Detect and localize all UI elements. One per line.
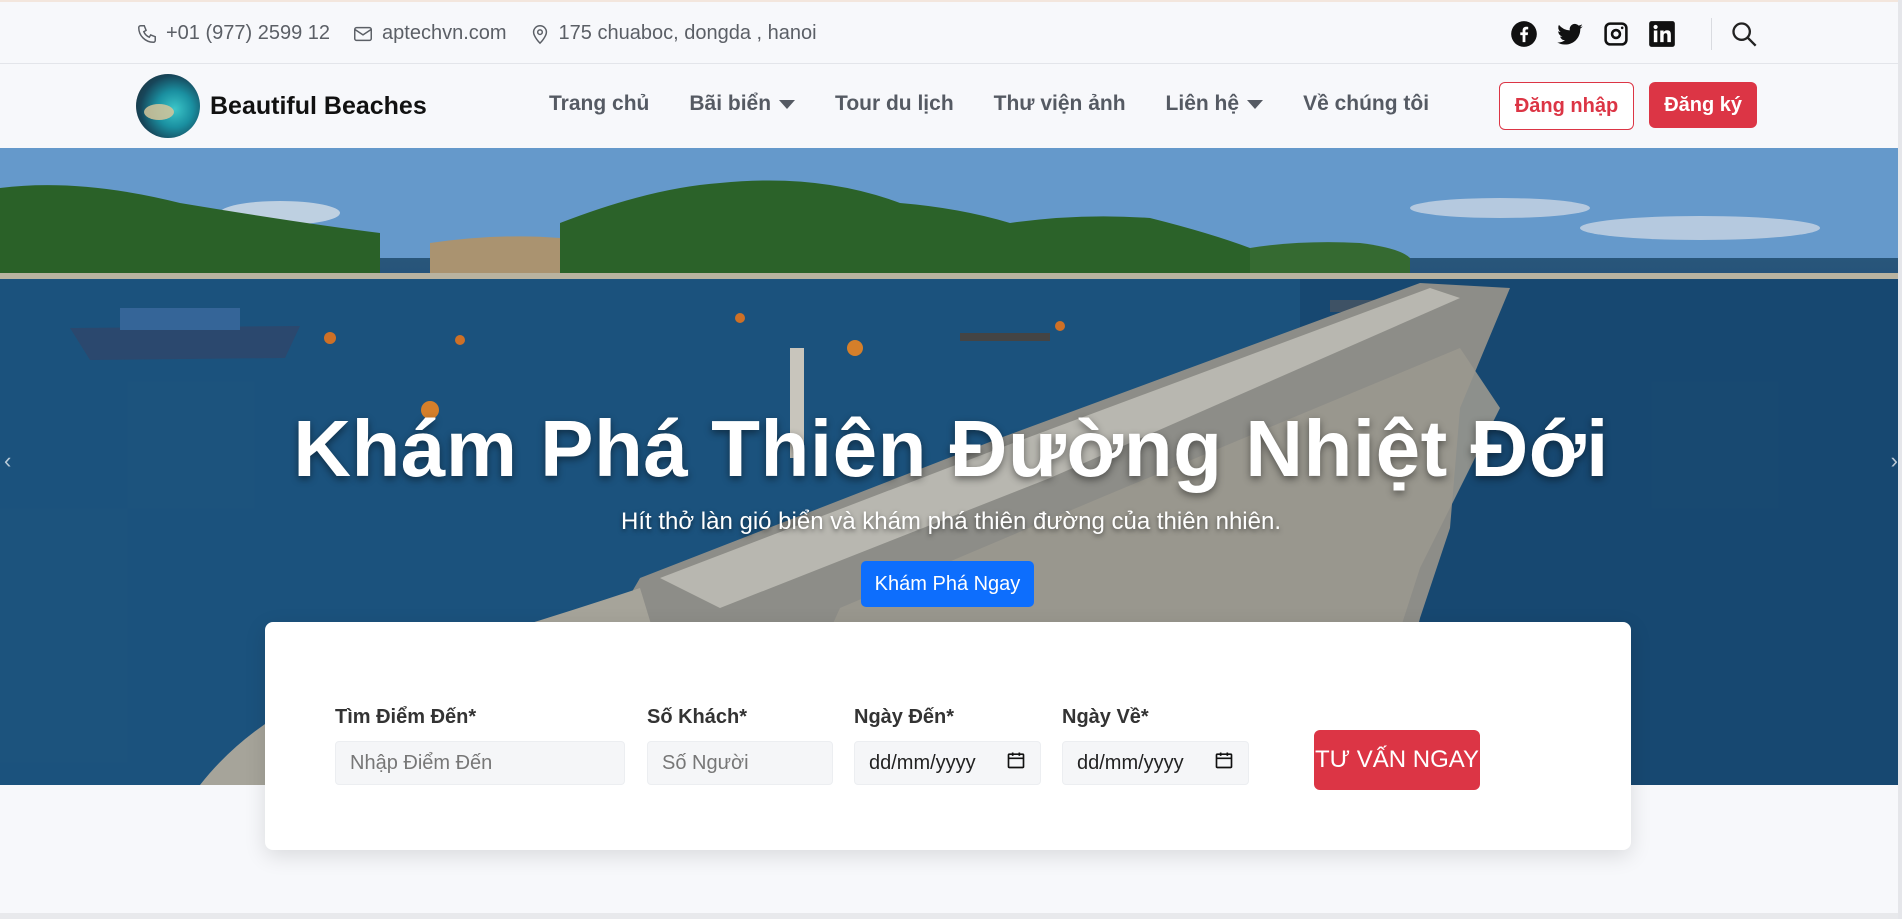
phone-text: +01 (977) 2599 12 <box>166 22 331 44</box>
caret-down-icon <box>779 99 796 109</box>
social-links <box>1510 20 1676 48</box>
arrival-date-value: dd/mm/yyyy <box>869 751 976 774</box>
top-info-bar: +01 (977) 2599 12 aptechvn.com 175 chuab… <box>0 0 1902 64</box>
hero-title: Khám Phá Thiên Đường Nhiệt Đới <box>293 404 1609 493</box>
email-contact[interactable]: aptechvn.com <box>352 22 507 45</box>
explore-now-button[interactable]: Khám Phá Ngay <box>861 561 1034 607</box>
nav-item-contact[interactable]: Liên hệ <box>1166 92 1264 116</box>
destination-label: Tìm Điểm Đến* <box>335 706 477 728</box>
consult-now-button[interactable]: TƯ VẤN NGAY <box>1314 730 1480 790</box>
login-button[interactable]: Đăng nhập <box>1498 82 1635 130</box>
guests-input[interactable]: Số Người <box>647 741 833 785</box>
brand[interactable]: Beautiful Beaches <box>136 74 427 138</box>
auth-buttons: Đăng nhập Đăng ký <box>1498 82 1757 130</box>
address-text: 175 chuaboc, dongda , hanoi <box>558 22 817 44</box>
nav-item-home[interactable]: Trang chủ <box>549 92 649 116</box>
map-pin-icon <box>532 24 547 44</box>
nav-item-about[interactable]: Về chúng tôi <box>1303 92 1429 116</box>
nav-label: Thư viện ảnh <box>993 92 1126 115</box>
destination-input[interactable]: Nhập Điểm Đến <box>335 741 625 785</box>
arrival-date-label: Ngày Đến* <box>854 706 955 728</box>
topbar-divider <box>1711 18 1712 50</box>
departure-date-label: Ngày Về* <box>1062 706 1149 728</box>
main-navbar: Beautiful Beaches Trang chủ Bãi biển Tou… <box>0 64 1902 148</box>
bottom-strip <box>0 913 1902 919</box>
caret-down-icon <box>1247 99 1264 109</box>
arrival-date-input[interactable]: dd/mm/yyyy <box>854 741 1041 785</box>
brand-title: Beautiful Beaches <box>210 91 427 120</box>
nav-label: Tour du lịch <box>835 92 954 115</box>
nav-item-gallery[interactable]: Thư viện ảnh <box>994 92 1126 116</box>
register-button[interactable]: Đăng ký <box>1649 82 1757 128</box>
booking-form: Tìm Điểm Đến* Nhập Điểm Đến Số Khách* Số… <box>265 622 1631 850</box>
phone-icon <box>138 24 156 43</box>
calendar-icon[interactable] <box>1006 750 1026 776</box>
destination-field: Tìm Điểm Đến* Nhập Điểm Đến <box>335 706 625 785</box>
departure-date-input[interactable]: dd/mm/yyyy <box>1062 741 1249 785</box>
contact-info: +01 (977) 2599 12 aptechvn.com 175 chuab… <box>136 22 817 45</box>
nav-label: Liên hệ <box>1165 92 1240 115</box>
arrival-date-field: Ngày Đến* dd/mm/yyyy <box>854 706 1041 785</box>
guests-label: Số Khách* <box>647 706 748 728</box>
instagram-icon[interactable] <box>1602 20 1630 48</box>
departure-date-value: dd/mm/yyyy <box>1077 751 1184 774</box>
nav-label: Về chúng tôi <box>1303 92 1430 115</box>
guests-field: Số Khách* Số Người <box>647 706 833 785</box>
facebook-icon[interactable] <box>1510 20 1538 48</box>
main-menu: Trang chủ Bãi biển Tour du lịch Thư viện… <box>549 92 1429 116</box>
hero-subtitle: Hít thở làn gió biển và khám phá thiên đ… <box>621 508 1281 535</box>
phone-contact[interactable]: +01 (977) 2599 12 <box>136 22 330 45</box>
linkedin-icon[interactable] <box>1648 20 1676 48</box>
nav-label: Bãi biển <box>689 92 772 115</box>
search-icon[interactable] <box>1730 20 1758 48</box>
address-contact[interactable]: 175 chuaboc, dongda , hanoi <box>529 22 817 45</box>
twitter-icon[interactable] <box>1556 20 1584 48</box>
nav-item-beaches[interactable]: Bãi biển <box>689 92 796 116</box>
brand-logo <box>136 74 200 138</box>
nav-label: Trang chủ <box>549 92 650 115</box>
calendar-icon[interactable] <box>1214 750 1234 776</box>
nav-item-tours[interactable]: Tour du lịch <box>835 92 954 116</box>
page-scrollbar[interactable] <box>1898 0 1902 919</box>
email-text: aptechvn.com <box>382 22 507 44</box>
departure-date-field: Ngày Về* dd/mm/yyyy <box>1062 706 1249 785</box>
envelope-icon <box>354 26 373 41</box>
